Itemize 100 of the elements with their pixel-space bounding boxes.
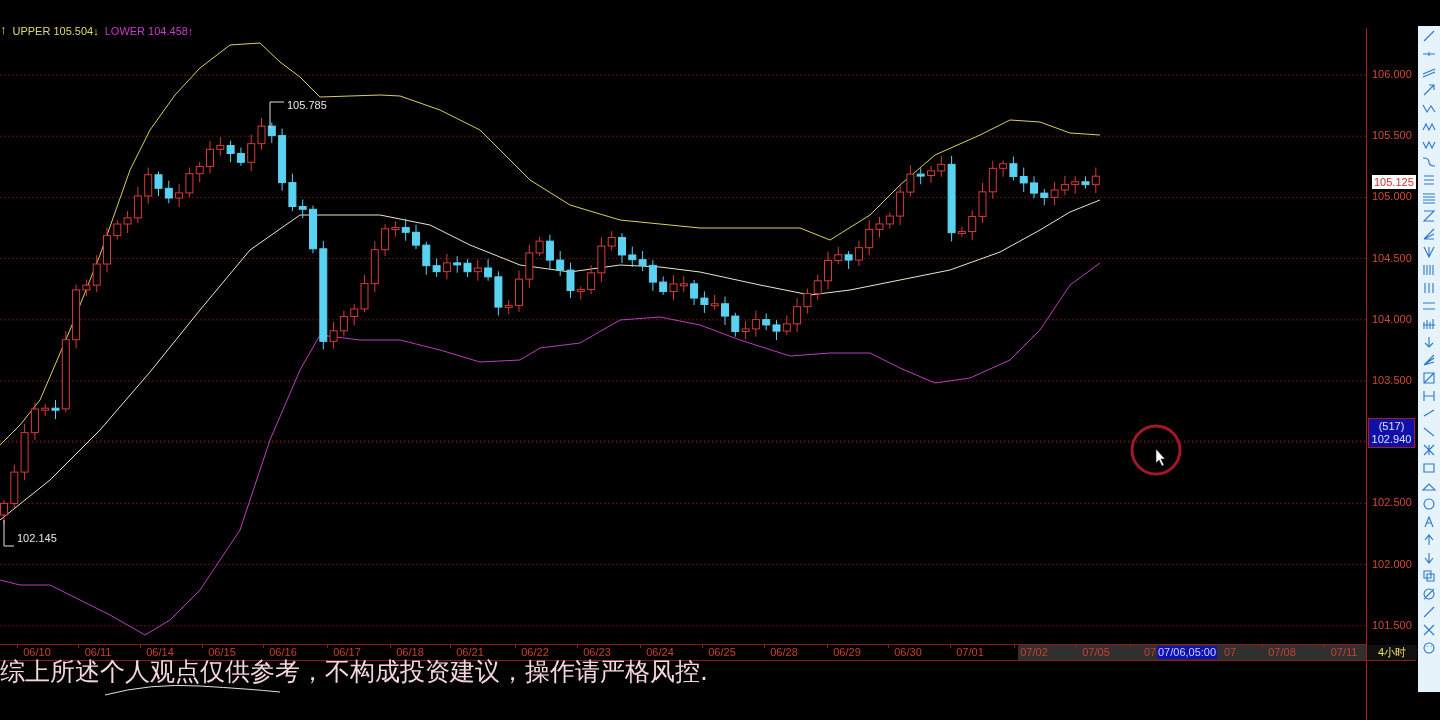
lines-icon[interactable] <box>1421 172 1437 188</box>
subtitle-caption: 综上所述个人观点仅供参考，不构成投资建议，操作请严格风控. <box>0 656 708 688</box>
price-tick-label: 101.500 <box>1372 619 1412 631</box>
candlestick <box>824 251 832 290</box>
circle-slash-icon[interactable] <box>1421 586 1437 602</box>
diagonal-line-icon[interactable] <box>1421 28 1437 44</box>
date-label: 06/23 <box>583 646 611 659</box>
candlestick <box>103 227 111 273</box>
price-tick-label: 106.000 <box>1372 69 1412 80</box>
date-label: 06/28 <box>770 646 798 659</box>
date-label: 06/15 <box>208 646 236 659</box>
candlestick <box>1040 188 1049 206</box>
candlestick <box>175 183 184 208</box>
cursor-highlight-icon <box>1129 423 1183 477</box>
date-label: 06/24 <box>646 646 674 659</box>
candlestick <box>1009 155 1018 182</box>
candlestick <box>813 274 822 301</box>
candlestick <box>988 160 997 200</box>
candlestick <box>618 232 626 264</box>
candlestick <box>206 140 214 174</box>
bar-count-label: (517) <box>1378 420 1405 433</box>
candlestick <box>1030 175 1038 199</box>
candlestick <box>113 219 122 241</box>
candlestick <box>978 182 987 224</box>
candlestick <box>885 211 894 230</box>
candlestick <box>751 310 760 338</box>
candlestick <box>401 218 410 242</box>
zigzag-icon[interactable] <box>1421 208 1437 224</box>
candlestick <box>164 180 173 204</box>
period-label[interactable]: 4小时 <box>1367 645 1417 660</box>
indicator-value: UPPER 105.504↓ <box>12 24 99 39</box>
candlestick <box>782 314 791 336</box>
date-label: 06/18 <box>396 646 424 659</box>
copy-icon[interactable] <box>1421 568 1437 584</box>
candlestick <box>1060 175 1069 196</box>
bracket-icon[interactable] <box>1421 388 1437 404</box>
price-tick-label: 105.500 <box>1372 130 1412 142</box>
indicator-value: ↑ <box>0 23 7 39</box>
price-tick-label: 103.500 <box>1372 375 1412 386</box>
candlestick <box>453 255 462 274</box>
vertical-bars-icon[interactable] <box>1421 262 1437 278</box>
candlestick <box>834 246 843 265</box>
candlestick <box>154 170 163 197</box>
candlestick <box>515 269 523 313</box>
candlestick <box>412 224 420 250</box>
candlestick <box>463 258 472 278</box>
crosshair-time-label: 07/06,05:00 <box>1157 646 1218 659</box>
arrow-icon[interactable] <box>1421 82 1437 98</box>
price-tick-label: 102.000 <box>1372 558 1412 570</box>
candlestick <box>628 246 637 268</box>
candlestick <box>247 134 256 172</box>
candlestick <box>216 136 225 157</box>
candlestick <box>762 312 771 331</box>
lines-icon[interactable] <box>1421 190 1437 206</box>
vertical-bars-icon[interactable] <box>1421 316 1437 332</box>
date-label: 06/16 <box>269 646 297 659</box>
price-tick-label: 104.500 <box>1372 252 1412 264</box>
last-price-tag: 105.125 <box>1372 175 1416 189</box>
low-price-label: 102.145 <box>17 533 57 544</box>
candlestick <box>473 259 482 282</box>
candlestick <box>721 296 729 326</box>
candlestick <box>236 147 245 167</box>
candlestick <box>968 209 977 241</box>
candlestick <box>556 250 565 277</box>
low-marker-line <box>3 519 15 547</box>
candlestick <box>339 310 348 338</box>
candlestick <box>1071 175 1080 195</box>
date-label: 06/22 <box>521 646 549 659</box>
high-marker-line <box>269 101 285 129</box>
date-label: 07/11 <box>1330 646 1358 659</box>
date-label: 07/01 <box>956 646 984 659</box>
candlestick <box>999 159 1008 178</box>
cross-hatch-icon[interactable] <box>1421 442 1437 458</box>
date-label: 06/29 <box>833 646 861 659</box>
price-tick-label: 105.000 <box>1372 191 1412 203</box>
price-tick-label: 104.000 <box>1372 313 1412 325</box>
curve-icon[interactable] <box>1421 154 1437 170</box>
date-label: 06/14 <box>146 646 174 659</box>
date-label: 06/30 <box>894 646 922 659</box>
candlestick <box>772 319 781 341</box>
date-label: 07 <box>1223 646 1237 659</box>
candlestick <box>185 167 194 198</box>
date-label: 06/10 <box>23 646 51 659</box>
candlestick <box>731 312 740 338</box>
candlestick <box>854 240 863 267</box>
date-label: 06/21 <box>456 646 484 659</box>
vertical-bars-icon[interactable] <box>1421 280 1437 296</box>
indicator-value: LOWER 104.458↑ <box>104 24 194 39</box>
candlestick <box>741 320 750 340</box>
candlestick <box>370 240 379 293</box>
rectangle-icon[interactable] <box>1421 460 1437 476</box>
date-label: 07/08 <box>1268 646 1296 659</box>
candlestick <box>690 279 699 306</box>
candlestick <box>896 183 905 226</box>
candlestick <box>700 290 709 314</box>
high-price-label: 105.785 <box>287 100 327 111</box>
candlestick <box>10 464 19 509</box>
candlestick <box>226 140 235 163</box>
candlestick <box>195 161 204 183</box>
candlestick <box>309 205 317 254</box>
